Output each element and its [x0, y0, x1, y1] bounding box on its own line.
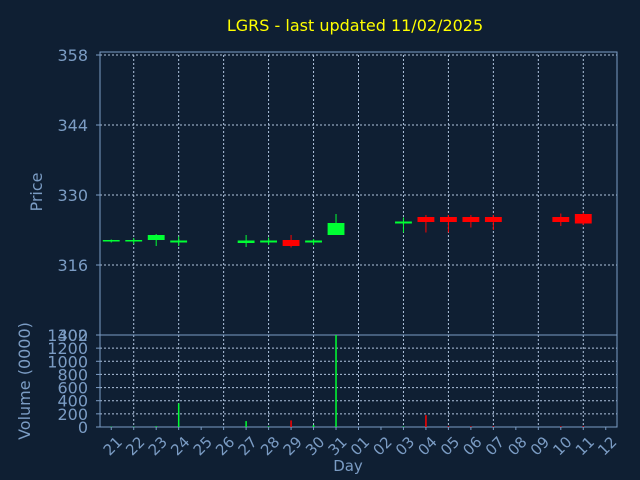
candle-body [170, 240, 188, 243]
volume-bar-30 [312, 425, 315, 427]
stock-chart: LGRS - last updated 11/02/2025 358 344 330… [15, 16, 621, 475]
volume-bar-04 [425, 415, 427, 427]
candle-body [147, 235, 165, 240]
candle-body [102, 240, 120, 242]
candle-body [237, 240, 255, 243]
price-panel: 358344330316302 [57, 46, 618, 345]
price-tick-label: 330 [57, 186, 88, 205]
volume-tick-label: 0 [78, 418, 88, 437]
chart-title: LGRS - last updated 11/02/2025 [227, 16, 483, 35]
candle-07 [484, 215, 502, 230]
candle-body [282, 240, 300, 246]
candle-23 [147, 234, 165, 246]
volume-bar-28 [267, 426, 270, 427]
price-axis-label: Price [27, 172, 46, 211]
volume-bar-27 [245, 421, 247, 427]
candle-24 [170, 236, 188, 246]
candle-27 [237, 235, 255, 247]
volume-bar-06 [470, 426, 472, 427]
candle-body [574, 214, 592, 224]
volume-bar-24 [177, 403, 180, 427]
candle-31 [327, 214, 345, 235]
x-axis-label: Day [333, 457, 363, 475]
candle-body [462, 217, 480, 222]
candle-04 [417, 215, 435, 233]
candle-28 [260, 237, 278, 245]
candle-29 [282, 235, 300, 248]
price-tick-label: 358 [57, 46, 88, 65]
candle-body [552, 217, 570, 222]
candle-30 [305, 239, 322, 245]
x-tick-label: 12 [594, 433, 620, 459]
volume-bar-29 [290, 420, 292, 427]
price-tick-label: 344 [57, 116, 88, 135]
candle-10 [552, 213, 570, 226]
volume-bar-23 [155, 426, 157, 427]
candle-body [125, 240, 143, 242]
volume-bar-05 [447, 426, 450, 427]
candle-body [260, 240, 278, 243]
candle-21 [102, 239, 120, 243]
candle-body [305, 240, 322, 243]
volume-bar-07 [492, 426, 495, 427]
candle-body [417, 217, 435, 222]
candle-body [395, 221, 412, 224]
volume-bar-10 [560, 426, 562, 427]
candle-05 [439, 215, 457, 233]
volume-axis-label: Volume (0000) [15, 322, 34, 440]
candle-03 [395, 217, 412, 233]
volume-panel: 1400120010008006004002000212223242526272… [47, 326, 620, 459]
candle-11 [574, 212, 592, 225]
candle-body [439, 217, 457, 222]
volume-bar-31 [335, 335, 337, 427]
candle-22 [125, 238, 143, 244]
price-tick-label: 316 [57, 256, 88, 275]
volume-bar-11 [582, 426, 585, 427]
candle-body [484, 217, 502, 222]
candle-06 [462, 215, 480, 228]
candle-body [327, 223, 345, 235]
volume-bar-03 [402, 426, 405, 427]
